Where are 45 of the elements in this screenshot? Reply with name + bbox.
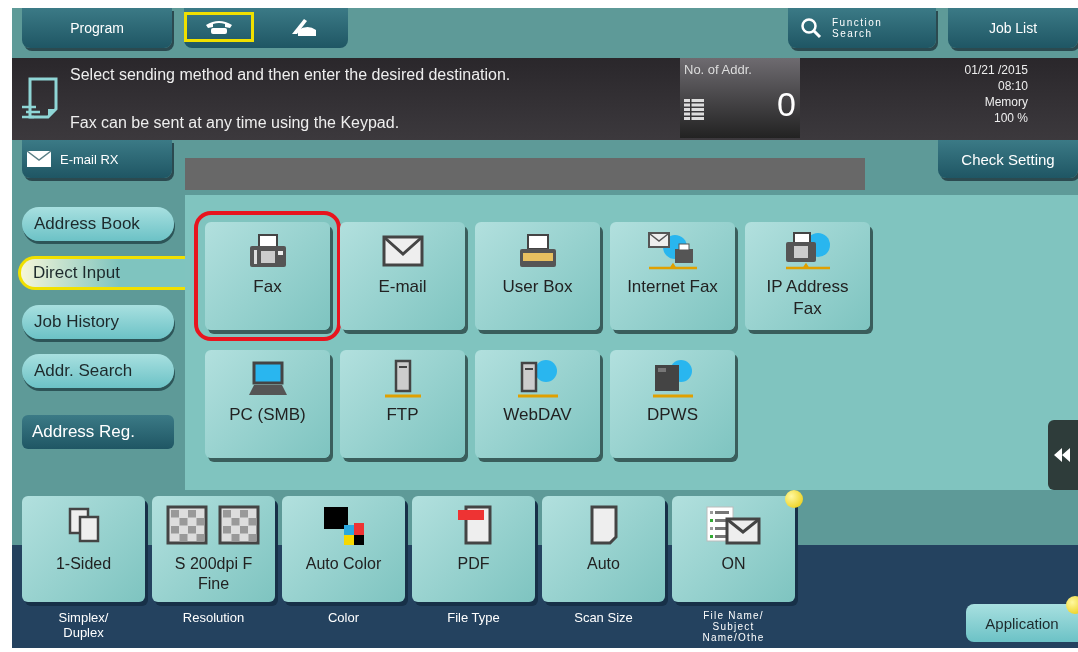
sidebar-tab[interactable]: Addr. Search [22, 354, 174, 388]
setting-caption: Resolution [181, 610, 246, 625]
email-rx-label: E-mail RX [60, 151, 119, 167]
email-rx-button[interactable]: E-mail RX [22, 140, 172, 178]
double-arrow-icon [1054, 448, 1072, 462]
job-list-button[interactable]: Job List [948, 8, 1078, 48]
mode-tab[interactable] [184, 12, 254, 42]
list-icon [684, 99, 704, 121]
pdf-file-icon [455, 505, 492, 545]
function-search-label: Function Search [832, 17, 883, 39]
application-button[interactable]: Application [966, 604, 1078, 642]
envelope-icon [381, 235, 424, 267]
address-count-label: No. of Addr. [684, 62, 753, 77]
check-setting-button[interactable]: Check Setting [938, 140, 1078, 178]
function-search-button[interactable]: Function Search [788, 8, 936, 48]
memory-label: Memory [984, 94, 1028, 110]
instruction-text: Select sending method and then enter the desired destination. [70, 66, 512, 84]
envelope-icon [26, 150, 52, 168]
collapse-tab[interactable] [1048, 420, 1078, 490]
printer-box-icon [517, 233, 558, 269]
setting-caption: File Type [446, 610, 501, 625]
checker-pattern-icon [165, 505, 262, 545]
fax-machine-icon [247, 233, 288, 269]
memory-value: 100 % [993, 110, 1028, 126]
instruction-text: Fax can be sent at any time using the Keypad. [70, 114, 401, 132]
sidebar-tab[interactable]: Address Book [22, 207, 174, 241]
time-text: 08:10 [997, 78, 1028, 94]
color-squares-icon [321, 505, 366, 545]
setting-caption: Simplex/ Duplex [57, 610, 110, 640]
program-button[interactable]: Program [22, 8, 172, 48]
list-envelope-icon [704, 505, 763, 545]
address-reg-button[interactable]: Address Reg. [22, 415, 174, 449]
sidebar-tab[interactable]: Job History [22, 305, 174, 339]
search-icon [800, 17, 822, 39]
telephone-icon [204, 19, 234, 35]
setting-caption: Color [326, 610, 361, 625]
laptop-icon [246, 361, 289, 397]
server-icon [382, 359, 423, 399]
date-text: 01/21 /2015 [964, 62, 1028, 78]
blank-page-icon [588, 505, 619, 545]
address-count: 0 [777, 87, 796, 121]
sidebar-tab[interactable]: Direct Input [18, 256, 185, 290]
setting-caption: Scan Size [573, 610, 634, 625]
document-send-icon [22, 77, 58, 121]
setting-caption: File Name/ Subject Name/Othe [701, 610, 766, 643]
